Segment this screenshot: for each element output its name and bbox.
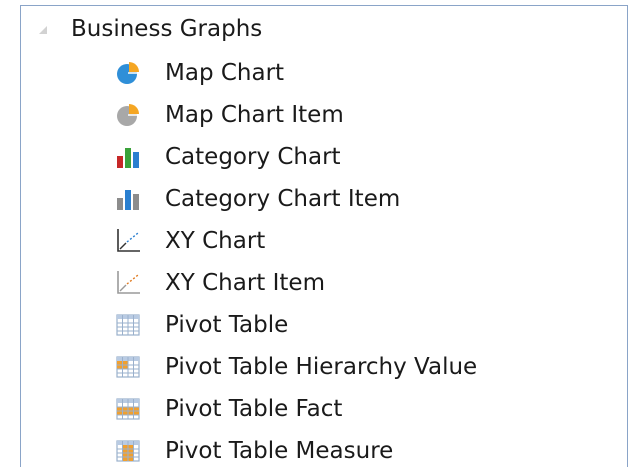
tree-item-label: XY Chart Item <box>165 270 325 296</box>
xy-chart-icon <box>115 228 141 254</box>
tree-item-label: Map Chart <box>165 60 285 86</box>
tree-item-label: XY Chart <box>165 228 266 254</box>
tree-item-xy-chart[interactable]: XY Chart <box>21 222 627 262</box>
tree-item-xy-chart-item[interactable]: XY Chart Item <box>21 264 627 304</box>
tree-item-label: Pivot Table <box>165 312 289 338</box>
tree-item-label: Category Chart Item <box>165 186 401 212</box>
tree-item-label: Pivot Table Hierarchy Value <box>165 354 478 380</box>
map-chart-item-icon <box>115 102 141 128</box>
tree-item-label: Pivot Table Fact <box>165 396 343 422</box>
xy-chart-item-icon <box>115 270 141 296</box>
category-chart-icon <box>115 144 141 170</box>
tree-item-label: Pivot Table Measure <box>165 438 394 464</box>
tree-item-pivot-table[interactable]: Pivot Table <box>21 306 627 346</box>
tree-group-business-graphs[interactable]: Business Graphs <box>21 9 627 45</box>
pivot-table-icon <box>115 312 141 338</box>
tree-item-category-chart[interactable]: Category Chart <box>21 138 627 178</box>
structure-panel: Business Graphs Map Chart Map Chart Item… <box>20 5 628 467</box>
tree-item-category-chart-item[interactable]: Category Chart Item <box>21 180 627 220</box>
tree-item-pivot-table-measure[interactable]: Pivot Table Measure <box>21 432 627 467</box>
tree-item-pivot-table-fact[interactable]: Pivot Table Fact <box>21 390 627 430</box>
tree-group-label: Business Graphs <box>71 16 263 42</box>
map-chart-icon <box>115 60 141 86</box>
tree-item-label: Map Chart Item <box>165 102 344 128</box>
tree-item-map-chart[interactable]: Map Chart <box>21 54 627 94</box>
pivot-table-measure-icon <box>115 438 141 464</box>
pivot-table-fact-icon <box>115 396 141 422</box>
pivot-table-hierarchy-value-icon <box>115 354 141 380</box>
triangle-expanded-icon[interactable] <box>37 21 49 34</box>
tree-item-map-chart-item[interactable]: Map Chart Item <box>21 96 627 136</box>
tree-item-label: Category Chart <box>165 144 341 170</box>
tree-item-pivot-table-hierarchy-value[interactable]: Pivot Table Hierarchy Value <box>21 348 627 388</box>
category-chart-item-icon <box>115 186 141 212</box>
